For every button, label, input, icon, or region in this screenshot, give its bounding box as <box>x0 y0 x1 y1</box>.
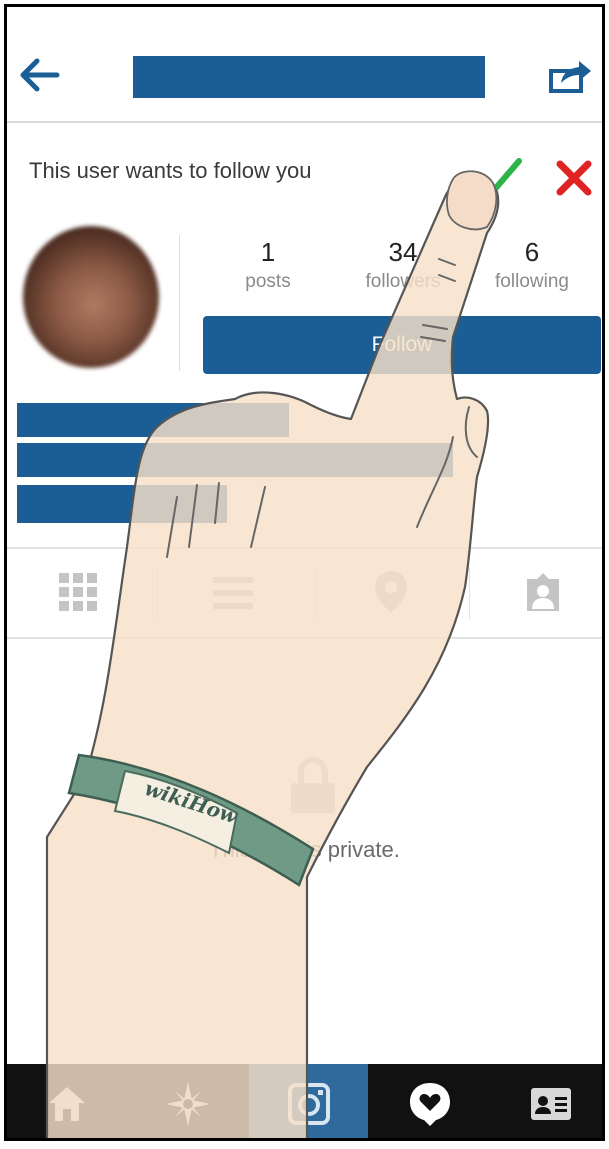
explore-star-icon <box>165 1082 210 1126</box>
arrow-left-icon <box>20 58 60 92</box>
tab-location[interactable] <box>315 549 465 637</box>
home-icon <box>48 1087 85 1121</box>
share-button[interactable] <box>547 53 593 97</box>
profile-tabs <box>7 547 602 639</box>
close-icon <box>556 160 592 196</box>
nav-home[interactable] <box>7 1064 126 1138</box>
following-stat[interactable]: 6 following <box>477 239 587 293</box>
nav-camera[interactable] <box>249 1064 368 1138</box>
avatar <box>23 226 159 368</box>
lock-icon <box>291 757 335 813</box>
followers-label: followers <box>365 271 441 292</box>
followers-stat[interactable]: 34 followers <box>348 239 458 293</box>
divider <box>179 235 180 371</box>
nav-explore[interactable] <box>128 1064 247 1138</box>
tab-tagged[interactable] <box>469 549 602 637</box>
checkmark-icon <box>480 158 522 192</box>
tagged-person-icon <box>527 573 559 611</box>
bio-redacted-line <box>17 403 289 437</box>
username-title-redacted <box>133 56 485 98</box>
followers-count: 34 <box>388 237 418 267</box>
posts-stat[interactable]: 1 posts <box>213 239 323 293</box>
posts-count: 1 <box>260 237 276 267</box>
private-account-message: This user is private. <box>209 837 400 862</box>
follow-request-text: This user wants to follow you <box>29 158 312 183</box>
follow-button[interactable]: Follow <box>203 316 601 374</box>
nav-profile[interactable] <box>491 1064 602 1138</box>
grid-icon <box>59 573 97 611</box>
top-bar <box>7 7 602 123</box>
following-count: 6 <box>524 237 540 267</box>
bottom-navigation <box>7 1064 602 1138</box>
following-label: following <box>495 271 569 292</box>
share-icon <box>549 61 591 93</box>
accept-request-button[interactable] <box>477 155 523 197</box>
back-button[interactable] <box>13 53 63 97</box>
app-screen: This user wants to follow you 1 posts 34… <box>4 4 605 1141</box>
posts-label: posts <box>245 271 291 292</box>
activity-heart-icon <box>409 1083 450 1126</box>
nav-activity[interactable] <box>370 1064 489 1138</box>
profile-card-icon <box>530 1088 571 1120</box>
bio-redacted-line <box>17 443 453 477</box>
wikihow-band-logo: wikiHow <box>142 776 241 829</box>
camera-icon <box>287 1083 330 1125</box>
location-pin-icon <box>375 571 407 613</box>
reject-request-button[interactable] <box>554 158 594 198</box>
bio-redacted-line <box>17 485 227 523</box>
list-icon <box>213 577 253 609</box>
tab-list[interactable] <box>157 549 307 637</box>
tab-grid[interactable] <box>7 549 157 637</box>
